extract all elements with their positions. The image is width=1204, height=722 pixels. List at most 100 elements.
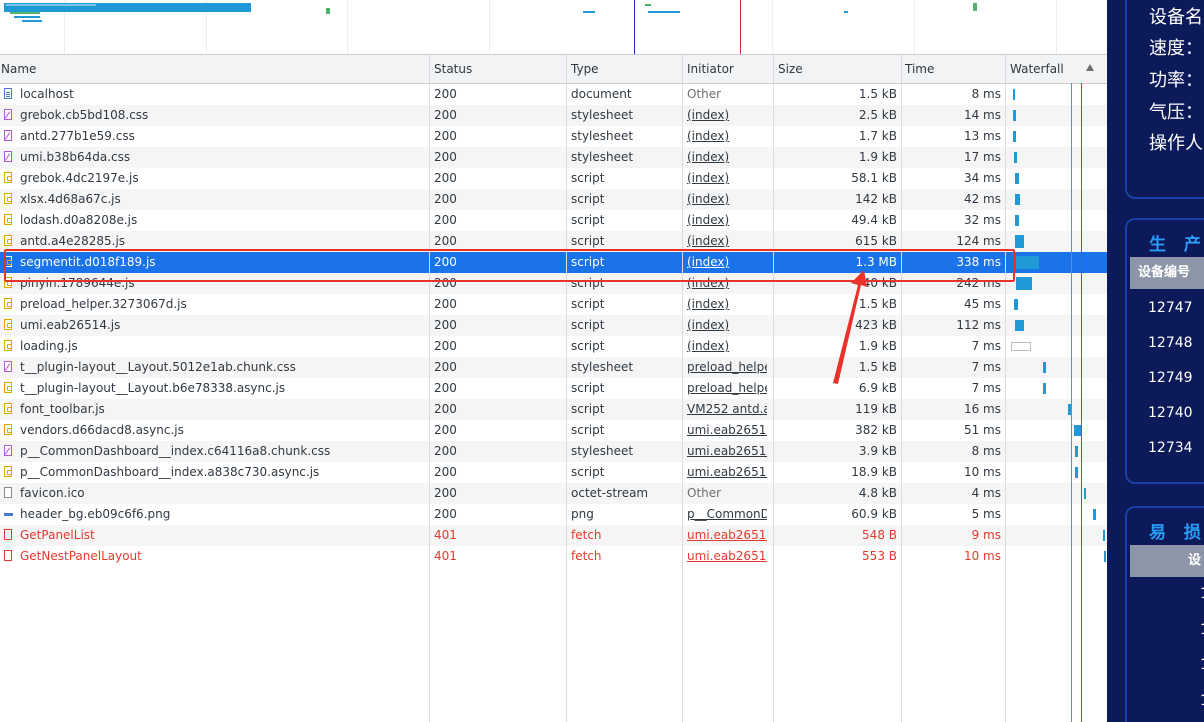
column-divider[interactable] [566, 55, 567, 722]
table-row[interactable]: header_bg.eb09c6f6.png 200 png p__CommonDas… [0, 504, 1107, 525]
time-cell: 4 ms [971, 486, 1001, 500]
waterfall-bar [1103, 530, 1105, 541]
wear-parts-section-title: 易 损 件 [1149, 523, 1204, 543]
size-cell: 3.9 kB [858, 444, 897, 458]
initiator-cell[interactable]: (index) [687, 189, 767, 210]
column-divider[interactable] [1005, 55, 1006, 722]
production-row-id: 12734 [1148, 440, 1193, 456]
table-row[interactable]: loading.js 200 script (index) 1.9 kB 7 ms [0, 336, 1107, 357]
status-cell: 200 [434, 171, 457, 185]
time-cell: 14 ms [963, 108, 1001, 122]
wear-parts-row: 1 [1200, 657, 1204, 673]
column-divider[interactable] [682, 55, 683, 722]
name-cell: t__plugin-layout__Layout.b6e78338.async.… [20, 381, 286, 395]
time-cell: 5 ms [971, 507, 1001, 521]
initiator-cell[interactable]: (index) [687, 315, 767, 336]
initiator-cell[interactable]: (index) [687, 336, 767, 357]
table-row[interactable]: t__plugin-layout__Layout.5012e1ab.chunk.… [0, 357, 1107, 378]
time-cell: 8 ms [971, 87, 1001, 101]
size-cell: 553 B [862, 549, 897, 563]
waterfall-bar [1043, 362, 1046, 373]
table-row[interactable]: font_toolbar.js 200 script VM252 antd.a4e28… [0, 399, 1107, 420]
column-divider[interactable] [901, 55, 902, 722]
size-cell: 1.5 kB [858, 87, 897, 101]
waterfall-bar [1093, 509, 1096, 520]
table-row[interactable]: localhost 200 document Other 1.5 kB 8 ms [0, 84, 1107, 105]
table-row[interactable]: GetNestPanelLayout 401 fetch umi.eab26514.j… [0, 546, 1107, 567]
table-row[interactable]: grebok.cb5bd108.css 200 stylesheet (index) 2… [0, 105, 1107, 126]
name-cell: umi.eab26514.js [20, 318, 121, 332]
initiator-cell[interactable]: umi.eab26514.js [687, 525, 767, 546]
column-divider[interactable] [773, 55, 774, 722]
table-row[interactable]: lodash.d0a8208e.js 200 script (index) 49.4 k… [0, 210, 1107, 231]
initiator-cell[interactable]: preload_helper.3273067d.js [687, 357, 767, 378]
header-type[interactable]: Type [571, 55, 599, 83]
column-divider[interactable] [429, 55, 430, 722]
table-row[interactable]: preload_helper.3273067d.js 200 script (inde… [0, 294, 1107, 315]
waterfall-bar [1016, 277, 1032, 290]
table-row[interactable]: umi.eab26514.js 200 script (index) 423 kB 112… [0, 315, 1107, 336]
size-cell: 18.9 kB [851, 465, 897, 479]
size-cell: 2.5 kB [858, 108, 897, 122]
initiator-cell: Other [687, 486, 722, 500]
status-cell: 401 [434, 549, 457, 563]
waterfall-bar [1015, 215, 1019, 226]
initiator-cell[interactable]: (index) [687, 126, 767, 147]
status-cell: 401 [434, 528, 457, 542]
initiator-cell[interactable]: (index) [687, 168, 767, 189]
table-row[interactable]: p__CommonDashboard__index.a838c730.async… [0, 462, 1107, 483]
header-waterfall[interactable]: Waterfall [1010, 55, 1064, 83]
name-cell: vendors.d66dacd8.async.js [20, 423, 184, 437]
initiator-cell[interactable]: umi.eab26514.js [687, 441, 767, 462]
wear-parts-table-header: 设 [1130, 545, 1204, 577]
waterfall-bar [1013, 110, 1016, 121]
network-overview-timeline[interactable] [0, 0, 1107, 55]
size-cell: 6.9 kB [858, 381, 897, 395]
table-row[interactable]: umi.b38b64da.css 200 stylesheet (index) 1.9 … [0, 147, 1107, 168]
sort-ascending-icon[interactable] [1086, 64, 1094, 71]
header-size[interactable]: Size [778, 55, 803, 83]
header-name[interactable]: Name [1, 55, 36, 83]
type-cell: stylesheet [571, 444, 634, 458]
header-time[interactable]: Time [905, 55, 934, 83]
initiator-cell[interactable]: umi.eab26514.js [687, 420, 767, 441]
table-row[interactable]: p__CommonDashboard__index.c64116a8.chunk… [0, 441, 1107, 462]
name-cell: loading.js [20, 339, 78, 353]
overview-bar [973, 3, 977, 11]
initiator-cell[interactable]: (index) [687, 147, 767, 168]
status-cell: 200 [434, 465, 457, 479]
overview-gridline [914, 0, 915, 54]
type-cell: script [571, 213, 605, 227]
table-row[interactable]: xlsx.4d68a67c.js 200 script (index) 142 kB 42… [0, 189, 1107, 210]
header-status[interactable]: Status [434, 55, 472, 83]
table-row[interactable]: GetPanelList 401 fetch umi.eab26514.js 548 B… [0, 525, 1107, 546]
type-cell: script [571, 423, 605, 437]
initiator-cell[interactable]: VM252 antd.a4e28285.js [687, 399, 767, 420]
overview-gridline [347, 0, 348, 54]
initiator-cell[interactable]: umi.eab26514.js [687, 462, 767, 483]
script-icon [4, 340, 12, 351]
table-row[interactable]: favicon.ico 200 octet-stream Other 4.8 kB 4 m… [0, 483, 1107, 504]
initiator-cell[interactable]: (index) [687, 105, 767, 126]
table-row[interactable]: grebok.4dc2197e.js 200 script (index) 58.1 k… [0, 168, 1107, 189]
size-cell: 58.1 kB [851, 171, 897, 185]
initiator-cell[interactable]: umi.eab26514.js [687, 546, 767, 567]
type-cell: script [571, 381, 605, 395]
initiator-cell[interactable]: (index) [687, 294, 767, 315]
initiator-cell[interactable]: (index) [687, 210, 767, 231]
table-row[interactable]: antd.277b1e59.css 200 stylesheet (index) 1.7… [0, 126, 1107, 147]
time-cell: 42 ms [963, 192, 1001, 206]
info-line-operator: 操作人 [1149, 133, 1203, 154]
initiator-cell[interactable]: p__CommonDashboard__index.a838c730.async… [687, 504, 767, 525]
table-row[interactable]: vendors.d66dacd8.async.js 200 script umi.ea… [0, 420, 1107, 441]
initiator-cell[interactable]: preload_helper.3273067d.js [687, 378, 767, 399]
table-row[interactable]: t__plugin-layout__Layout.b6e78338.async.… [0, 378, 1107, 399]
status-cell: 200 [434, 129, 457, 143]
type-cell: script [571, 402, 605, 416]
status-cell: 200 [434, 150, 457, 164]
network-request-table: Name Status Type Initiator Size Time Wat… [0, 55, 1107, 722]
highlight-box [4, 249, 1015, 282]
production-row-id: 12740 [1148, 405, 1193, 421]
header-initiator[interactable]: Initiator [687, 55, 734, 83]
overview-bar [645, 4, 651, 6]
